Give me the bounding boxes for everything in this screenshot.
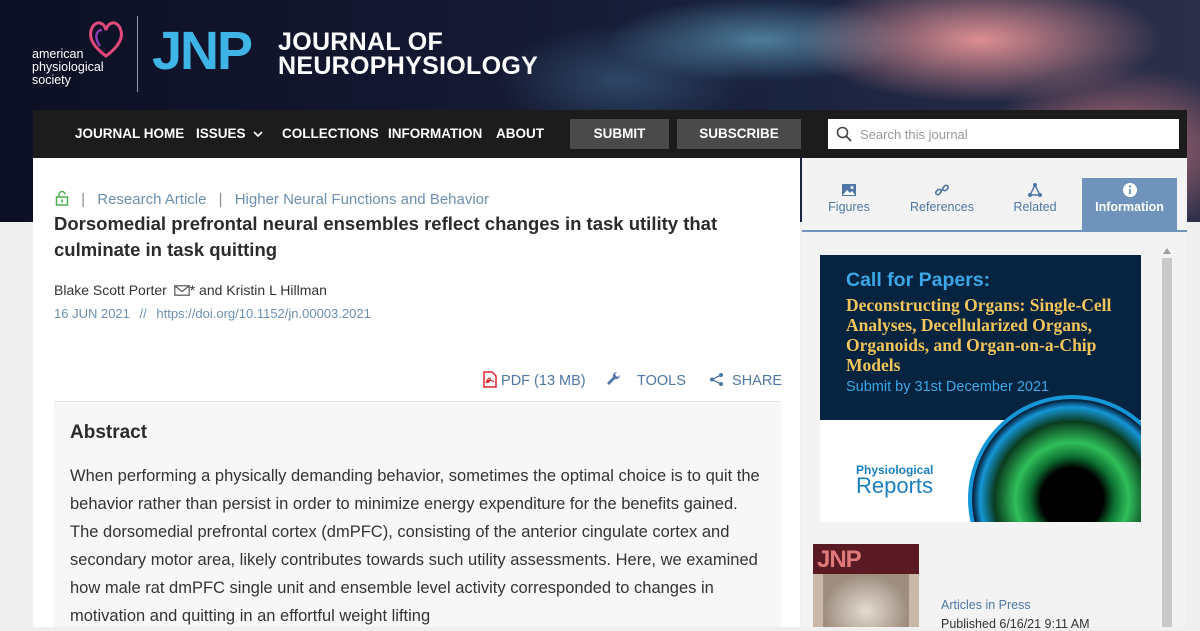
tools-label: TOOLS	[637, 373, 686, 389]
search-icon[interactable]	[836, 126, 852, 142]
pdf-link[interactable]: PDF (13 MB)	[483, 370, 586, 392]
nav-journal-home[interactable]: JOURNAL HOME	[75, 110, 184, 158]
email-icon[interactable]	[173, 285, 190, 296]
nav-collections[interactable]: COLLECTIONS	[282, 110, 379, 158]
search-box	[828, 119, 1179, 149]
nav-information[interactable]: INFORMATION	[388, 110, 482, 158]
tab-figures[interactable]: Figures	[807, 178, 891, 230]
sidebar: Figures References Related Information C…	[802, 158, 1187, 631]
tab-figures-label: Figures	[828, 200, 870, 214]
article-section[interactable]: Higher Neural Functions and Behavior	[235, 191, 489, 208]
ad-deadline: Submit by 31st December 2021	[846, 379, 1050, 395]
image-icon	[842, 184, 856, 196]
tab-related[interactable]: Related	[993, 178, 1077, 230]
link-icon	[934, 184, 950, 196]
pdf-label: PDF (13 MB)	[501, 373, 586, 389]
nav-issues[interactable]: ISSUES	[196, 110, 263, 158]
subscribe-button[interactable]: SUBSCRIBE	[677, 119, 801, 149]
tab-related-label: Related	[1013, 200, 1057, 214]
cover-image	[823, 574, 909, 627]
abstract-section: Abstract When performing a physically de…	[54, 402, 781, 627]
submit-button[interactable]: SUBMIT	[570, 119, 669, 149]
nav-about[interactable]: ABOUT	[496, 110, 544, 158]
journal-title-line-1: JOURNAL OF	[278, 28, 444, 56]
journal-cover[interactable]: JNP	[813, 544, 919, 627]
ad-organoid-image	[968, 395, 1141, 522]
aps-line-3: society	[32, 73, 71, 87]
physiological-reports-logo-bottom: Reports	[856, 473, 934, 498]
scroll-thumb[interactable]	[1162, 258, 1172, 627]
article-type[interactable]: Research Article	[97, 191, 206, 208]
meta-divider: |	[218, 191, 223, 208]
journal-title-line-2: NEUROPHYSIOLOGY	[278, 52, 539, 80]
share-button[interactable]: SHARE	[709, 370, 782, 392]
jnp-logo[interactable]: JNP	[152, 24, 253, 78]
aps-wordmark: american physiological society	[32, 48, 104, 87]
pub-date: 16 JUN 2021	[54, 306, 130, 321]
tab-references[interactable]: References	[897, 178, 987, 230]
ad-title: Call for Papers:	[846, 269, 991, 291]
article-panel: | Research Article | Higher Neural Funct…	[33, 158, 800, 627]
article-meta: | Research Article | Higher Neural Funct…	[55, 190, 489, 208]
cover-title: JNP	[817, 546, 862, 573]
main-nav: JOURNAL HOME ISSUES COLLECTIONS INFORMAT…	[33, 110, 1187, 158]
scroll-up-arrow[interactable]	[1163, 248, 1171, 254]
doi-link[interactable]: https://doi.org/10.1152/jn.00003.2021	[156, 306, 370, 321]
search-input[interactable]	[860, 119, 1170, 149]
network-icon	[1028, 183, 1042, 197]
author-name[interactable]: Blake Scott Porter	[54, 282, 167, 298]
date-separator: //	[139, 306, 147, 321]
journal-title[interactable]: JOURNAL OF NEUROPHYSIOLOGY	[278, 28, 539, 80]
abstract-heading: Abstract	[70, 422, 148, 443]
meta-divider: |	[81, 191, 86, 208]
share-icon	[710, 373, 723, 386]
tools-button[interactable]: TOOLS	[605, 370, 686, 392]
nav-issues-label: ISSUES	[196, 126, 246, 141]
tab-underline	[802, 230, 1187, 232]
tab-information-label: Information	[1095, 200, 1164, 214]
tab-references-label: References	[910, 200, 974, 214]
logo-divider	[137, 16, 138, 92]
author-list: Blake Scott Porter * and Kristin L Hillm…	[54, 282, 327, 298]
scrollbar[interactable]	[1161, 248, 1173, 627]
chevron-down-icon	[253, 131, 263, 138]
aps-logo[interactable]: american physiological society	[30, 14, 135, 94]
open-access-lock-icon	[55, 190, 69, 206]
published-date: Published 6/16/21 9:11 AM	[941, 617, 1090, 631]
share-label: SHARE	[732, 373, 782, 389]
pub-info: 16 JUN 2021 // https://doi.org/10.1152/j…	[54, 306, 371, 321]
author-names-rest[interactable]: and Kristin L Hillman	[195, 282, 327, 298]
call-for-papers-ad[interactable]: Call for Papers: Deconstructing Organs: …	[820, 255, 1141, 522]
abstract-text: When performing a physically demanding b…	[70, 467, 760, 625]
ad-subtitle: Deconstructing Organs: Single-Cell Analy…	[846, 295, 1112, 375]
pdf-icon	[483, 371, 497, 388]
info-icon	[1122, 183, 1137, 197]
article-title: Dorsomedial prefrontal neural ensembles …	[54, 213, 718, 260]
tab-information[interactable]: Information	[1082, 178, 1177, 230]
wrench-icon	[607, 371, 621, 385]
articles-in-press-link[interactable]: Articles in Press	[941, 598, 1031, 612]
